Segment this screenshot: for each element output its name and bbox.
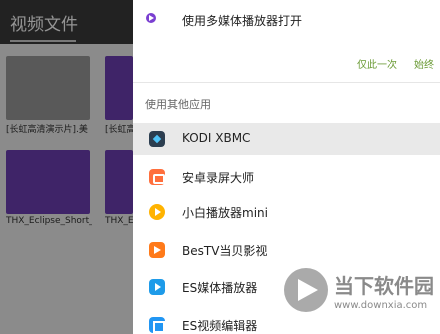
- app-item-screen-recorder[interactable]: 安卓录屏大师: [133, 161, 440, 193]
- app-name: 小白播放器mini: [182, 206, 268, 220]
- xiaobai-player-icon: [149, 204, 165, 220]
- default-app-row[interactable]: 使用多媒体播放器打开: [133, 0, 440, 40]
- watermark-url: www.downxia.com: [334, 300, 428, 311]
- app-name: 安卓录屏大师: [182, 171, 255, 185]
- media-player-icon: [146, 13, 156, 23]
- always-button[interactable]: 始终: [414, 56, 434, 71]
- kodi-icon: [149, 131, 165, 147]
- es-video-editor-icon: [149, 317, 165, 333]
- downxia-logo-icon: [284, 268, 328, 312]
- app-name: BesTV当贝影视: [182, 244, 268, 258]
- es-media-player-icon: [149, 279, 165, 295]
- bestv-icon: [149, 242, 165, 258]
- just-once-button[interactable]: 仅此一次: [357, 56, 397, 71]
- divider: [133, 82, 440, 83]
- app-item-bestv[interactable]: BesTV当贝影视: [133, 234, 440, 266]
- app-item-xiaobai-player[interactable]: 小白播放器mini: [133, 196, 440, 228]
- watermark-name: 当下软件园: [334, 274, 434, 298]
- section-title: 使用其他应用: [145, 98, 211, 111]
- app-name: KODI XBMC: [182, 131, 251, 145]
- app-name: ES视频编辑器: [182, 319, 258, 333]
- app-item-kodi[interactable]: KODI XBMC: [133, 123, 440, 155]
- watermark: 当下软件园 www.downxia.com: [284, 266, 434, 328]
- default-app-hint: 使用多媒体播放器打开: [182, 14, 303, 28]
- screen-record-icon: [149, 169, 165, 185]
- app-name: ES媒体播放器: [182, 281, 258, 295]
